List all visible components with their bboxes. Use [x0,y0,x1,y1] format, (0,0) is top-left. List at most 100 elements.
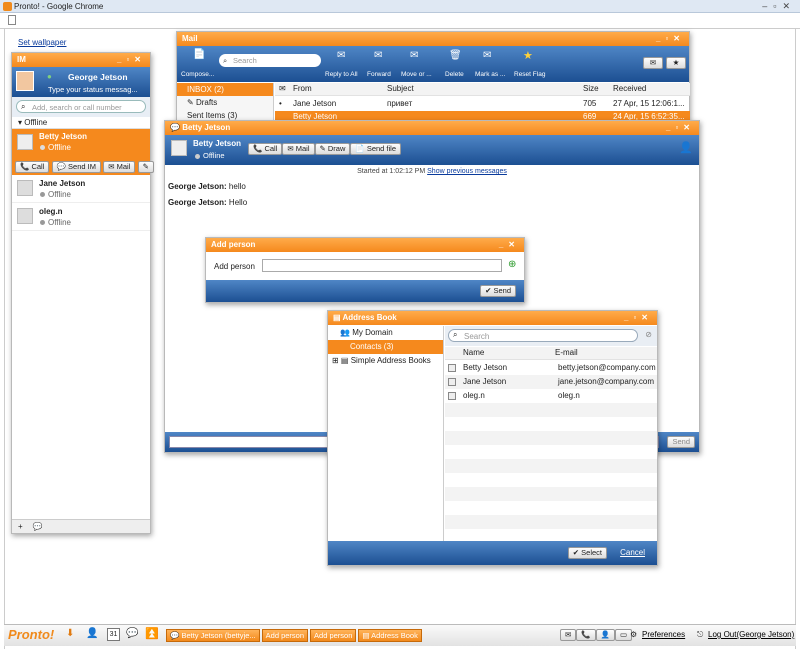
address-book-window: ▤ Address Book _▫✕ 👥 My Domain Contacts (… [327,310,658,566]
mail-button[interactable]: ✉ Mail [103,161,136,173]
calendar-icon[interactable]: 31 [107,628,120,641]
page-icon [8,15,16,25]
folder-drafts[interactable]: ✎ Drafts [177,96,273,109]
move-icon[interactable]: ✉ [410,50,418,61]
mail-icon[interactable]: ✉ [560,629,577,641]
reset-flag-button[interactable]: Reset Flag [514,71,545,78]
task-add-person-1[interactable]: Add person [261,629,309,642]
compose-button[interactable]: Compose... [181,71,214,78]
address-book-tree: 👥 My Domain Contacts (3) ⊞ ▤ Simple Addr… [328,326,444,542]
add-contact-button[interactable]: + [18,522,23,531]
logout-link[interactable]: Log Out(George Jetson) [708,630,794,639]
chat-draw-button[interactable]: ✎ Draw [314,143,351,155]
chat-mail-button[interactable]: ✉ Mail [282,143,315,155]
edit-icon[interactable]: ✎ [137,161,154,173]
col-subject[interactable]: Subject [387,83,414,95]
im-search-input[interactable]: ⌕ Add, search or call number [16,100,146,113]
mail-envelope-icon[interactable]: ✉ [643,57,663,69]
col-received[interactable]: Received [613,83,646,95]
contact-oleg[interactable]: oleg.n Offline [12,203,150,231]
status-message[interactable]: Type your status messag... [48,85,138,94]
star-icon[interactable]: ★ [523,49,533,62]
pronto-logo[interactable]: Pronto! [8,627,54,642]
table-row[interactable]: Jane Jetson jane.jetson@company.com [445,375,657,389]
im-window-controls[interactable]: _▫✕ [117,53,146,67]
chat-message: George Jetson: hello [168,182,246,191]
double-chevron-up-icon[interactable]: ⏫ [145,627,159,640]
row-checkbox[interactable] [448,378,456,386]
table-row[interactable]: oleg.n oleg.n [445,389,657,403]
col-email[interactable]: E-mail [555,347,578,359]
mark-icon[interactable]: ✉ [483,50,491,61]
table-row[interactable]: Betty Jetson betty.jetson@company.com [445,361,657,375]
logout-icon[interactable]: ⎋ [697,630,703,640]
im-title: IM [17,55,26,64]
col-size[interactable]: Size [583,83,599,95]
task-address-book[interactable]: ▤ Address Book [358,629,422,642]
mark-button[interactable]: Mark as ... [475,71,505,78]
call-button[interactable]: 📞 Call [15,161,50,173]
chat-send-button[interactable]: Send [667,436,695,448]
reply-all-icon[interactable]: ✉ [337,50,345,61]
task-add-person-2[interactable]: Add person [310,629,357,642]
browser-title-bar: Pronto! - Google Chrome –▫✕ [0,0,800,13]
delete-button[interactable]: Delete [445,71,464,78]
contact-jane[interactable]: Jane Jetson Offline [12,175,150,203]
group-offline[interactable]: ▾ Offline [12,117,150,129]
forward-button[interactable]: Forward [367,71,391,78]
address-bar[interactable] [0,13,800,29]
contacts-icon[interactable]: 👤 [595,629,615,641]
contact-avatar[interactable] [171,140,187,156]
trash-icon[interactable]: 🗑 [449,50,462,61]
set-wallpaper-link[interactable]: Set wallpaper [18,38,66,47]
gear-icon[interactable]: ⚙ [630,630,637,639]
window-controls[interactable]: –▫✕ [762,0,796,13]
tree-my-domain[interactable]: 👥 My Domain [328,326,443,340]
user-avatar[interactable] [16,71,34,91]
add-person-send-button[interactable]: ✔ Send [480,285,516,297]
compose-icon[interactable]: 📄 [193,49,205,60]
table-row[interactable]: • Jane Jetson привет 705 27 Apr, 15 12:0… [275,97,690,110]
add-green-icon[interactable]: ⊕ [508,259,516,270]
contact-betty[interactable]: Betty Jetson Offline [12,129,150,159]
chat-bubble-icon: 💬 [170,123,183,132]
row-checkbox[interactable] [448,392,456,400]
tree-simple-address-books[interactable]: ⊞ ▤ Simple Address Books [328,354,443,368]
presence-icon[interactable]: ● [47,72,52,81]
preferences-link[interactable]: Preferences [642,630,685,639]
address-book-window-controls[interactable]: _▫✕ [624,311,653,325]
chat-icon[interactable]: 💬 [33,522,43,531]
phone-icon[interactable]: 📞 [576,629,596,641]
attachment-col-icon[interactable]: ✉ [279,83,286,95]
col-from[interactable]: From [293,83,312,95]
tree-contacts[interactable]: Contacts (3) [328,340,443,354]
chat-call-button[interactable]: 📞 Call [248,143,283,155]
select-button[interactable]: ✔ Select [567,547,607,559]
chat-icon[interactable]: 💬 [126,628,138,639]
ab-search-input[interactable]: ⌕ Search [448,329,638,342]
user-icon[interactable]: 👤 [86,628,98,639]
task-betty-chat[interactable]: 💬 Betty Jetson (bettyje... [166,629,260,642]
favorites-star-icon[interactable]: ★ [666,57,686,69]
add-participant-icon[interactable]: 👤 [679,141,693,154]
mail-search-input[interactable]: ⌕ Search [219,54,321,67]
row-checkbox[interactable] [448,364,456,372]
forward-icon[interactable]: ✉ [374,50,382,61]
clear-search-icon[interactable]: ⊘ [645,330,652,339]
add-person-window-controls[interactable]: _✕ [499,238,520,252]
chat-toolbar: 📞 Call ✉ Mail ✎ Draw 📄 Send file [248,143,402,155]
folder-inbox[interactable]: INBOX (2) [177,83,273,96]
chat-window-controls[interactable]: _▫✕ [666,121,695,135]
move-button[interactable]: Move or ... [401,71,432,78]
mail-window-controls[interactable]: _▫✕ [656,32,685,46]
add-person-input[interactable] [262,259,502,272]
reply-all-button[interactable]: Reply to All [325,71,358,78]
show-previous-link[interactable]: Show previous messages [427,168,507,175]
col-name[interactable]: Name [463,347,484,359]
chat-send-file-button[interactable]: 📄 Send file [350,143,402,155]
contact-name: Jane Jetson [39,179,86,188]
send-im-button[interactable]: 💬 Send IM [51,161,101,173]
download-icon[interactable]: ⬇ [66,628,74,639]
task-buttons: 💬 Betty Jetson (bettyje... Add person Add … [166,629,424,642]
cancel-link[interactable]: Cancel [620,548,645,557]
